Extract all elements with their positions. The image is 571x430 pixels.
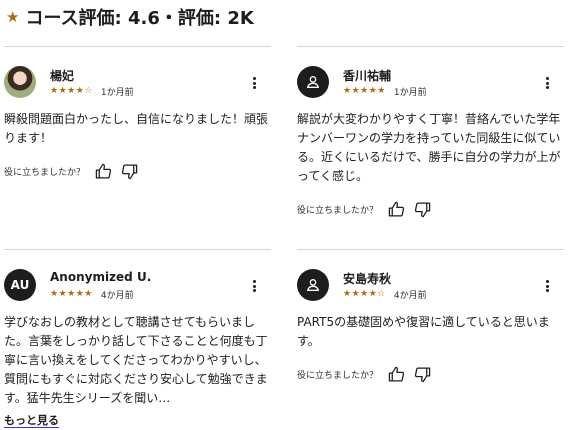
- star-rating: ★★★★★: [343, 85, 386, 96]
- helpful-question: 役に立ちましたか？: [297, 370, 379, 381]
- thumbs-up-icon[interactable]: [388, 366, 405, 383]
- helpful-row: 役に立ちましたか？: [4, 162, 271, 180]
- more-options-icon[interactable]: [247, 279, 261, 293]
- avatar: [297, 269, 329, 301]
- review-card: 楊妃 ★★★★☆ 1か月前 瞬殺問題面白かったし、自信になりました！頑張ります！…: [4, 46, 271, 180]
- avatar: [297, 66, 329, 98]
- ratings-header: ★ コース評価: 4.6・評価: 2K: [6, 5, 254, 29]
- avatar: [4, 66, 36, 98]
- review-age: 1か月前: [393, 87, 427, 98]
- user-icon: [307, 76, 319, 88]
- more-options-icon[interactable]: [540, 76, 554, 90]
- review-age: 4か月前: [393, 290, 427, 301]
- reviewer-name: 安島寿秋: [343, 272, 392, 286]
- user-icon: [307, 279, 319, 291]
- thumbs-up-icon[interactable]: [388, 201, 405, 218]
- avatar: AU: [4, 269, 36, 301]
- helpful-question: 役に立ちましたか？: [297, 205, 379, 216]
- star-icon: ★: [6, 7, 20, 26]
- review-text: 学びなおしの教材として聴講させてもらいました。言葉をしっかり話して下さることと何…: [4, 315, 268, 405]
- reviewer-name: 香川祐輔: [343, 69, 392, 83]
- thumbs-down-icon[interactable]: [121, 163, 138, 180]
- review-text: 解説が大変わかりやすく丁寧！昔絡んでいた学年ナンバーワンの学力を持っていた同級生…: [297, 112, 561, 183]
- reviewer-name: Anonymized U.: [50, 270, 152, 284]
- ratings-title: コース評価: 4.6・評価: 2K: [25, 8, 254, 29]
- helpful-question: 役に立ちましたか？: [4, 167, 86, 178]
- star-rating: ★★★★★: [50, 288, 93, 299]
- review-card: AU Anonymized U. ★★★★★ 4か月前 学びなおしの教材として聴…: [4, 249, 271, 428]
- review-card: 安島寿秋 ★★★★☆ 4か月前 PART5の基礎固めや復習に適していると思います…: [297, 249, 564, 383]
- show-more-link[interactable]: もっと見る: [4, 412, 59, 428]
- more-options-icon[interactable]: [247, 76, 261, 90]
- thumbs-down-icon[interactable]: [414, 201, 431, 218]
- helpful-row: 役に立ちましたか？: [297, 200, 564, 218]
- reviewer-name: 楊妃: [50, 69, 75, 83]
- thumbs-down-icon[interactable]: [414, 366, 431, 383]
- review-card: 香川祐輔 ★★★★★ 1か月前 解説が大変わかりやすく丁寧！昔絡んでいた学年ナン…: [297, 46, 564, 218]
- review-text: 瞬殺問題面白かったし、自信になりました！頑張ります！: [4, 112, 269, 145]
- review-age: 1か月前: [100, 87, 134, 98]
- star-rating: ★★★★☆: [343, 288, 386, 299]
- review-text: PART5の基礎固めや復習に適していると思います。: [297, 315, 550, 348]
- more-options-icon[interactable]: [540, 279, 554, 293]
- helpful-row: 役に立ちましたか？: [297, 365, 564, 383]
- thumbs-up-icon[interactable]: [95, 163, 112, 180]
- star-rating: ★★★★☆: [50, 85, 93, 96]
- review-age: 4か月前: [100, 290, 134, 301]
